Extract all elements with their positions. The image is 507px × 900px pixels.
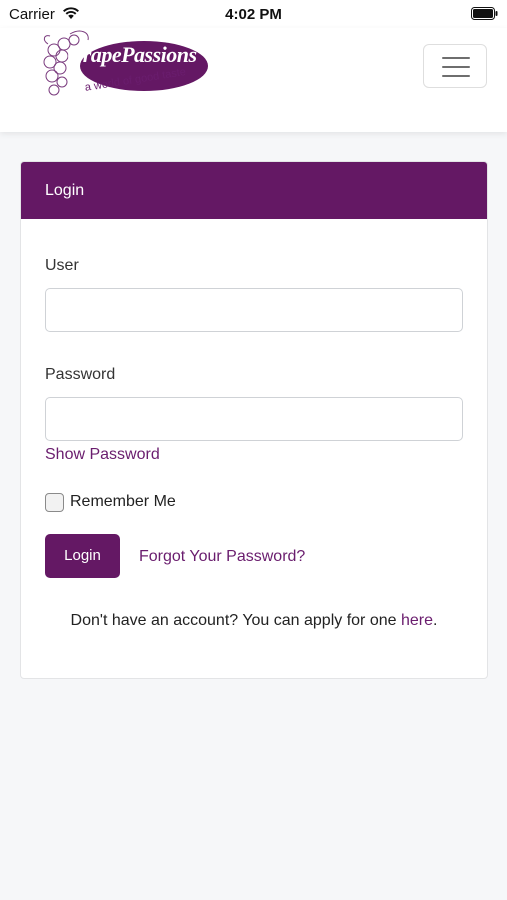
clock: 4:02 PM bbox=[225, 6, 282, 23]
password-label: Password bbox=[45, 366, 116, 383]
card-header: Login bbox=[21, 162, 487, 219]
battery-icon bbox=[471, 7, 498, 20]
password-input[interactable] bbox=[45, 397, 463, 441]
apply-here-link[interactable]: here bbox=[401, 612, 433, 629]
apply-suffix: . bbox=[433, 612, 438, 629]
grapepassions-logo[interactable]: GrapePassions a world of good taste bbox=[40, 30, 212, 110]
apply-message: Don't have an account? You can apply for… bbox=[21, 612, 487, 630]
remember-me-label[interactable]: Remember Me bbox=[70, 493, 176, 511]
hamburger-menu-icon-line bbox=[442, 66, 470, 68]
logo-wordmark: GrapePassions bbox=[67, 42, 197, 67]
navbar: GrapePassions a world of good taste bbox=[0, 28, 507, 132]
menu-toggle-button[interactable] bbox=[423, 44, 487, 88]
user-input[interactable] bbox=[45, 288, 463, 332]
login-card: Login User Password Show Password Rememb… bbox=[20, 161, 488, 679]
status-bar: Carrier 4:02 PM bbox=[0, 0, 507, 28]
hamburger-menu-icon-line bbox=[442, 75, 470, 77]
remember-me-checkbox[interactable] bbox=[45, 493, 64, 512]
show-password-link[interactable]: Show Password bbox=[45, 446, 160, 464]
user-label: User bbox=[45, 257, 79, 274]
login-button[interactable]: Login bbox=[45, 534, 120, 578]
forgot-password-link[interactable]: Forgot Your Password? bbox=[139, 548, 305, 566]
hamburger-menu-icon bbox=[442, 57, 470, 59]
apply-text: Don't have an account? You can apply for… bbox=[70, 612, 401, 629]
